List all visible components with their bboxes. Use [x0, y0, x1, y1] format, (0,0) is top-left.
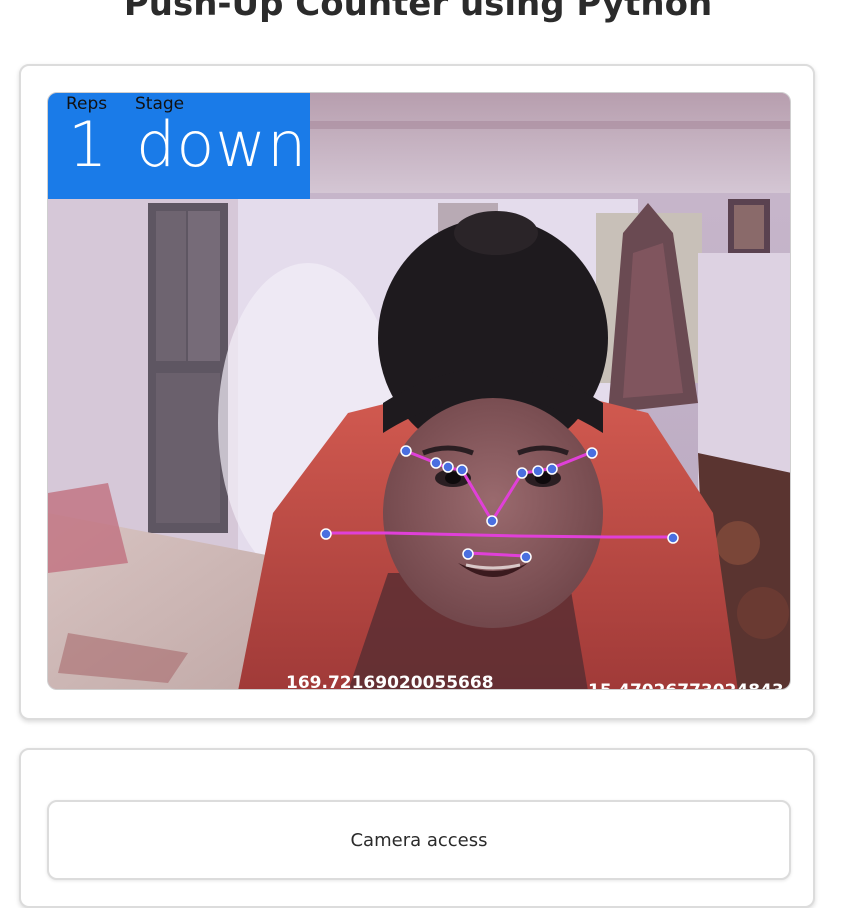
rep-counter-overlay: Reps Stage 1 down [48, 93, 310, 199]
camera-access-button[interactable]: Camera access [47, 800, 791, 880]
video-card: Reps Stage 1 down 169.72169020055668 15.… [19, 64, 815, 720]
left-angle-readout: 169.72169020055668 [286, 673, 494, 690]
controls-card: Camera access [19, 748, 815, 908]
reps-value: 1 [68, 108, 109, 181]
stage-value: down [136, 108, 308, 181]
webcam-feed: Reps Stage 1 down 169.72169020055668 15.… [47, 92, 791, 690]
right-angle-readout: 15.47026773024843 [588, 681, 784, 689]
page-title: Push-Up Counter using Python [123, 0, 713, 24]
